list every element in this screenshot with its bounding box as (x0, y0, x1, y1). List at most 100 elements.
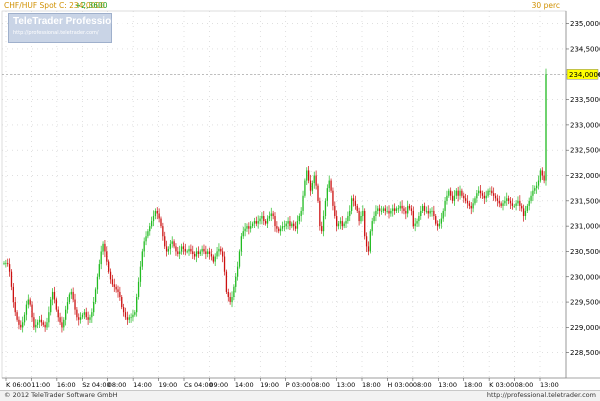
candle-body (96, 276, 99, 290)
y-tick-label: 233,0000 (570, 121, 600, 129)
y-tick-label: 233,5000 (570, 96, 600, 104)
candle-body (53, 291, 56, 300)
candle-body (358, 210, 360, 222)
candle-body (205, 251, 207, 254)
candle-body (377, 208, 379, 211)
candle-body (251, 223, 254, 227)
candle-body (266, 218, 269, 224)
candle-body (104, 243, 106, 252)
candle-body (371, 221, 373, 232)
candle-body (283, 226, 285, 227)
candle-body (65, 309, 67, 320)
candle-body (317, 185, 319, 201)
last-price-label: 234,0000 (569, 71, 600, 79)
candle-body (40, 319, 43, 323)
candle-body (298, 216, 300, 222)
x-tick-label: 19:00 (159, 381, 178, 389)
teletrader-logo: TeleTrader Professional http://professio… (8, 13, 126, 43)
candle-body (324, 200, 327, 217)
candle-body (29, 299, 31, 305)
chart-interval: 30 perc (531, 1, 560, 10)
x-tick-label: H 03:00 (387, 381, 413, 389)
candle-body (461, 190, 463, 196)
candle-body (343, 223, 345, 227)
candle-body (268, 216, 271, 219)
candle-body (83, 312, 86, 315)
candle-body (517, 200, 519, 204)
candle-body (23, 314, 26, 323)
candle-body (259, 218, 261, 222)
candle-body (502, 203, 504, 206)
candle-body (257, 221, 259, 224)
candle-body (255, 221, 257, 224)
candle-body (173, 241, 175, 247)
candle-body (180, 246, 183, 252)
candle-body (119, 291, 121, 298)
candle-body (38, 319, 41, 323)
candle-body (362, 210, 364, 217)
candlestick-chart: 228,5000 229,0000 229,5000 230,0000 230,5000… (0, 0, 600, 400)
candle-body (315, 175, 317, 186)
x-tick-label: 18:00 (362, 381, 381, 389)
candle-body (410, 208, 413, 211)
candle-body (435, 216, 437, 224)
candle-body (476, 193, 478, 199)
candle-body (433, 210, 435, 217)
candle-body (436, 223, 439, 227)
candle-body (397, 208, 400, 210)
candle-body (57, 309, 59, 318)
candle-body (407, 205, 409, 214)
x-tick-label: 14:00 (235, 381, 254, 389)
candle-body (33, 317, 35, 328)
x-tick-label: P 03:00 (286, 381, 311, 389)
candle-body (453, 195, 456, 201)
candle-body (401, 205, 403, 209)
candle-body (539, 170, 542, 181)
x-tick-label: 11:00 (31, 381, 50, 389)
candle-body (489, 190, 491, 192)
x-tick-label: 09:00 (209, 381, 228, 389)
candle-body (279, 228, 282, 232)
candle-body (192, 251, 194, 254)
candle-body (8, 264, 11, 272)
x-tick-label: 08:00 (413, 381, 432, 389)
y-tick-label: 231,0000 (570, 223, 600, 231)
candle-body (3, 263, 5, 264)
x-tick-label: 16:00 (57, 381, 76, 389)
candle-body (216, 251, 218, 257)
candle-body (444, 200, 446, 211)
candle-body (25, 304, 28, 315)
candle-body (487, 190, 489, 196)
logo-name: TeleTrader Professional (13, 16, 126, 27)
candle-body (248, 226, 250, 229)
candle-body (27, 299, 29, 305)
candle-body (78, 317, 80, 320)
candle-body (55, 299, 57, 310)
candle-body (506, 198, 508, 201)
candle-body (235, 276, 237, 287)
candle-body (169, 243, 171, 249)
candle-body (160, 218, 162, 227)
y-tick-label: 229,5000 (570, 299, 600, 307)
candle-body (483, 195, 485, 199)
candle-body (149, 226, 151, 232)
candle-body (240, 236, 243, 252)
y-tick-label: 229,0000 (570, 324, 600, 332)
candle-body (513, 205, 515, 207)
candle-body (188, 248, 190, 252)
candle-body (498, 200, 500, 204)
candle-body (307, 170, 310, 181)
candle-body (328, 180, 330, 189)
candle-body (373, 216, 375, 222)
candle-body (334, 205, 336, 217)
candle-body (246, 226, 248, 229)
candle-body (478, 190, 480, 194)
candle-body (175, 246, 177, 252)
candle-body (184, 248, 186, 252)
footer-url[interactable]: http://professional.teletrader.com (487, 391, 596, 400)
candle-body (526, 205, 528, 211)
candle-body (276, 226, 278, 229)
y-tick-label: 232,0000 (570, 172, 600, 180)
candle-body (70, 291, 72, 295)
candle-body (68, 294, 71, 303)
